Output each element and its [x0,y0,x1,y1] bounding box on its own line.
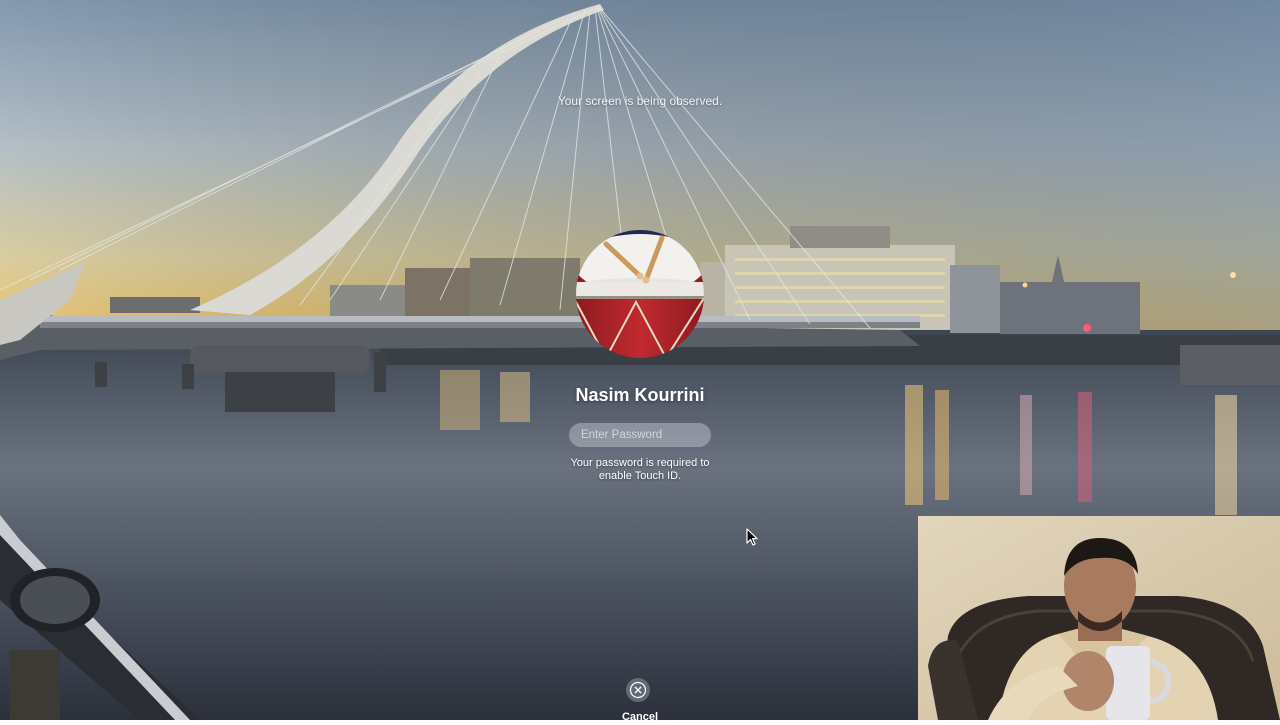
close-circle-icon [626,678,650,702]
user-name: Nasim Kourrini [575,385,705,405]
touch-id-hint: Your password is required to enable Touc… [540,457,740,483]
webcam-overlay [918,516,1280,720]
touch-id-hint-line1: Your password is required to [570,457,710,469]
screen-observed-banner: Your screen is being observed. [557,94,723,108]
cancel-button[interactable]: Cancel [610,677,670,723]
password-field[interactable] [569,423,711,447]
webcam-person-image [918,516,1280,720]
user-avatar[interactable] [576,230,704,358]
mouse-pointer-icon [746,528,758,546]
drum-avatar-icon [576,230,704,358]
cancel-label: Cancel [621,711,659,723]
touch-id-hint-line2: enable Touch ID. [598,470,682,482]
